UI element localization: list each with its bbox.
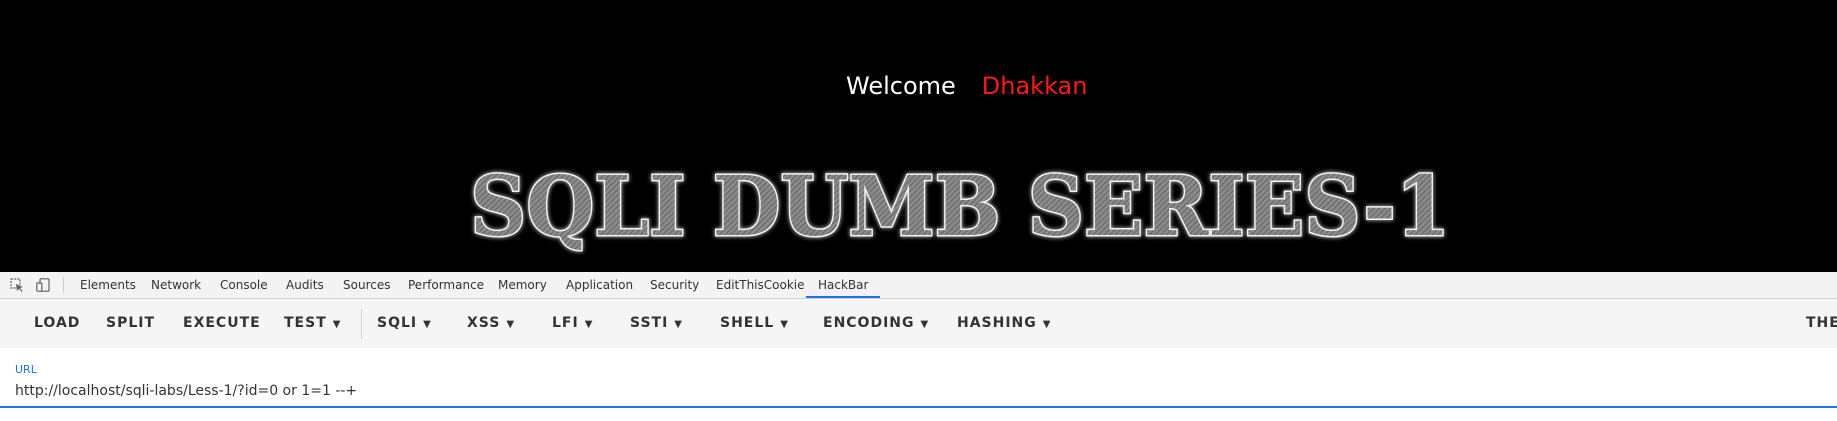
url-label: URL [15, 363, 37, 376]
xss-dropdown[interactable]: XSS ▼ [467, 299, 514, 348]
user-name: Dhakkan [981, 72, 1088, 100]
split-label: SPLIT [106, 315, 156, 331]
hackbar-toolbar: LOAD SPLIT EXECUTE TEST ▼ SQLI ▼ XSS ▼ LFI ▼… [0, 299, 1837, 348]
url-field-container: URL [0, 348, 1837, 421]
toolbar-divider [361, 309, 362, 339]
caret-down-icon: ▼ [332, 319, 341, 330]
caret-down-icon: ▼ [674, 319, 682, 330]
test-dropdown[interactable]: TEST ▼ [284, 299, 340, 348]
url-input[interactable] [15, 378, 1835, 404]
hashing-dropdown[interactable]: HASHING ▼ [957, 299, 1050, 348]
caret-down-icon: ▼ [1042, 319, 1051, 330]
banner-title-image: SQLI DUMB SERIES-1 [465, 155, 1455, 256]
test-label: TEST [284, 315, 327, 331]
theme-button[interactable]: THE [1806, 299, 1837, 348]
url-focus-underline [0, 406, 1837, 408]
tab-security[interactable]: Security [650, 272, 699, 298]
tab-editthiscookie[interactable]: EditThisCookie [716, 272, 805, 298]
web-page: Welcome Dhakkan SQLI DUMB SERIES-1 [0, 0, 1837, 272]
execute-button[interactable]: EXECUTE [183, 299, 261, 348]
tab-performance[interactable]: Performance [408, 272, 484, 298]
execute-label: EXECUTE [183, 315, 261, 331]
theme-label: THE [1806, 315, 1837, 331]
load-label: LOAD [34, 315, 81, 331]
device-toolbar-icon[interactable] [36, 278, 50, 292]
banner-title: SQLI DUMB SERIES-1 [470, 159, 1450, 255]
lfi-dropdown[interactable]: LFI ▼ [552, 299, 592, 348]
tab-hackbar[interactable]: HackBar [806, 272, 881, 298]
welcome-text: Welcome [846, 72, 956, 100]
caret-down-icon: ▼ [780, 319, 788, 330]
welcome-message: Welcome Dhakkan [846, 72, 1087, 100]
sqli-label: SQLI [377, 315, 418, 331]
encoding-dropdown[interactable]: ENCODING ▼ [823, 299, 928, 348]
caret-down-icon: ▼ [423, 319, 431, 330]
split-button[interactable]: SPLIT [106, 299, 155, 348]
shell-label: SHELL [720, 315, 775, 331]
caret-down-icon: ▼ [584, 319, 593, 330]
tab-elements[interactable]: Elements [80, 272, 136, 298]
toolbar-divider [63, 277, 64, 293]
sqli-dropdown[interactable]: SQLI ▼ [377, 299, 431, 348]
tab-audits[interactable]: Audits [286, 272, 324, 298]
hashing-label: HASHING [957, 315, 1037, 331]
caret-down-icon: ▼ [920, 319, 929, 330]
tab-sources[interactable]: Sources [343, 272, 390, 298]
tab-console[interactable]: Console [220, 272, 268, 298]
ssti-dropdown[interactable]: SSTI ▼ [630, 299, 682, 348]
tab-network[interactable]: Network [151, 272, 201, 298]
devtools-tab-bar: Elements Network Console Audits Sources … [0, 272, 1837, 299]
encoding-label: ENCODING [823, 315, 915, 331]
tab-application[interactable]: Application [566, 272, 633, 298]
tab-memory[interactable]: Memory [498, 272, 547, 298]
shell-dropdown[interactable]: SHELL ▼ [720, 299, 788, 348]
caret-down-icon: ▼ [506, 319, 515, 330]
lfi-label: LFI [552, 315, 579, 331]
ssti-label: SSTI [630, 315, 669, 331]
xss-label: XSS [467, 315, 501, 331]
inspect-element-icon[interactable] [10, 278, 24, 292]
load-button[interactable]: LOAD [34, 299, 80, 348]
